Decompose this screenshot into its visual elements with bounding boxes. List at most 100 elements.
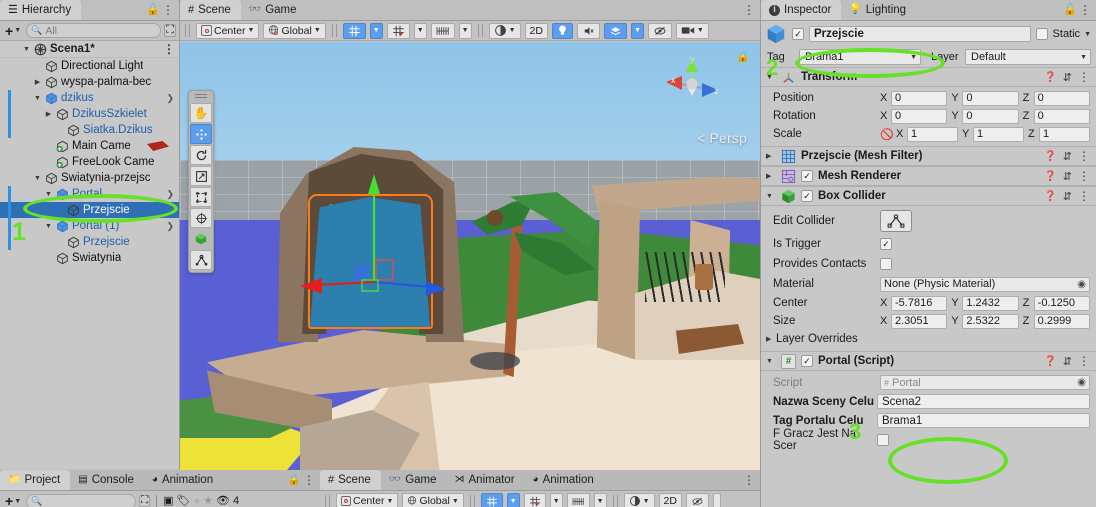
object-filter-icon[interactable]: ▣ xyxy=(163,495,173,507)
hierarchy-item-przejscie[interactable]: ▶Przejscie xyxy=(0,234,179,250)
constrain-proportions-off-icon[interactable]: 🚫 xyxy=(880,128,896,141)
scene-root-row[interactable]: ▼ Scena1* ⋮ xyxy=(0,41,179,58)
chevron-right-icon[interactable]: ▶ xyxy=(766,335,776,343)
drag-handle[interactable] xyxy=(195,94,207,100)
preset-icon[interactable]: ⇵ xyxy=(1063,355,1072,368)
project-search-input[interactable]: 🔍 xyxy=(26,493,137,507)
grid-size-dropdown[interactable]: ▼ xyxy=(458,22,472,39)
chevron-down-icon[interactable]: ▼ xyxy=(44,223,53,230)
hierarchy-item-dzikusszkielet[interactable]: ▶ DzikusSzkielet xyxy=(0,106,179,122)
pivot-mode-button[interactable]: Center ▼ xyxy=(196,22,260,39)
tab-game[interactable]: 👓 Game xyxy=(241,0,307,20)
component-tool-icon[interactable] xyxy=(190,250,212,270)
lock-closed-icon[interactable]: 🔒 xyxy=(287,474,301,486)
chevron-down-icon[interactable]: ▼ xyxy=(766,358,776,365)
search-tools-icon[interactable]: ⛶ xyxy=(164,24,176,37)
object-enabled-checkbox[interactable]: ✓ xyxy=(792,28,804,40)
view-2d-toggle-bottom[interactable]: 2D xyxy=(658,493,682,507)
kebab-menu-icon[interactable]: ⋮ xyxy=(303,473,315,487)
player-on-scene-checkbox[interactable] xyxy=(877,433,889,446)
component-header-portal-script[interactable]: ▼ # ✓ Portal (Script) ❓ ⇵ ⋮ xyxy=(761,351,1096,371)
hierarchy-item-portal[interactable]: ▼ Portal ❯ xyxy=(0,186,179,202)
kebab-menu-icon[interactable]: ⋮ xyxy=(1078,169,1090,183)
lock-closed-icon[interactable]: 🔒 xyxy=(736,50,750,63)
help-icon[interactable]: ❓ xyxy=(1044,191,1056,202)
tab-animation[interactable]: ◕ Animation xyxy=(144,470,223,490)
move-tool-icon[interactable] xyxy=(190,124,212,144)
component-header-transform[interactable]: ▼ Transform ❓ ⇵ ⋮ xyxy=(761,67,1096,87)
hidden-eye-icon[interactable]: 👁 xyxy=(216,495,230,507)
preset-icon[interactable]: ⇵ xyxy=(1063,170,1072,183)
transform-tool-icon[interactable] xyxy=(190,208,212,228)
shading-mode-button[interactable]: ▼ xyxy=(488,22,521,39)
tab-scene[interactable]: # Scene xyxy=(180,0,241,20)
hierarchy-tree[interactable]: ▼ Scena1* ⋮ ▶Directional Light▶wyspa-pal… xyxy=(0,41,179,469)
scene-audio-toggle[interactable] xyxy=(576,22,600,39)
move-gizmo[interactable] xyxy=(290,172,470,302)
tab-project[interactable]: 📁 Project xyxy=(0,470,71,490)
search-input[interactable]: 🔍 All xyxy=(26,23,162,38)
scene-tools-overlay[interactable]: ✋ xyxy=(188,90,214,273)
snap-increment-toggle[interactable] xyxy=(386,22,410,39)
center-y-input[interactable]: 1.2432 xyxy=(962,295,1019,311)
hierarchy-item-siatka-dzikus[interactable]: ▶Siatka.Dzikus xyxy=(0,122,179,138)
size-z-input[interactable]: 0.2999 xyxy=(1033,313,1090,329)
rotation-y-input[interactable]: 0 xyxy=(962,108,1019,124)
gizmos-toggle[interactable] xyxy=(647,22,672,39)
static-checkbox[interactable] xyxy=(1035,28,1048,40)
scene-menu-icon[interactable]: ⋮ xyxy=(163,42,179,56)
component-header-mesh-renderer[interactable]: ▶ ✓ Mesh Renderer ❓ ⇵ ⋮ xyxy=(761,166,1096,186)
tab-lighting[interactable]: 💡 Lighting xyxy=(841,0,916,20)
chevron-right-icon[interactable]: ▶ xyxy=(766,152,776,160)
tab-animator[interactable]: ⋊ Animator xyxy=(447,470,525,490)
grid-snap-toggle-bottom[interactable] xyxy=(480,493,503,507)
layer-dropdown[interactable]: Default ▼ xyxy=(965,49,1091,65)
hierarchy-item-wyspa-palma-bec[interactable]: ▶ wyspa-palma-bec xyxy=(0,74,179,90)
static-dropdown-caret[interactable]: ▼ xyxy=(1084,31,1091,38)
scene-fx-toggle[interactable] xyxy=(603,22,627,39)
rotate-tool-icon[interactable] xyxy=(190,145,212,165)
position-y-input[interactable]: 0 xyxy=(962,90,1019,106)
pivot-mode-button-bottom[interactable]: Center ▼ xyxy=(336,493,399,507)
kebab-menu-icon[interactable]: ⋮ xyxy=(1078,70,1090,84)
preset-icon[interactable]: ⇵ xyxy=(1063,190,1072,203)
hierarchy-item-przejscie[interactable]: ▶Przejscie xyxy=(0,202,179,218)
rotation-z-input[interactable]: 0 xyxy=(1033,108,1090,124)
hierarchy-item-freelook-came[interactable]: ▶FreeLook Came xyxy=(0,154,179,170)
tab-scene-bottom[interactable]: # Scene xyxy=(320,470,381,490)
tab-console[interactable]: ▤ Console xyxy=(70,470,144,490)
chevron-down-icon[interactable]: ▼ xyxy=(44,191,53,198)
scene-viewport[interactable]: ✋ x y z 🔒 < Persp xyxy=(180,42,760,470)
kebab-menu-icon[interactable]: ⋮ xyxy=(743,473,755,487)
gizmos-toggle-bottom[interactable] xyxy=(685,493,709,507)
mesh-renderer-enabled-checkbox[interactable]: ✓ xyxy=(801,170,813,182)
help-icon[interactable]: ❓ xyxy=(1044,356,1056,367)
box-collider-enabled-checkbox[interactable]: ✓ xyxy=(801,190,813,202)
hierarchy-item-portal-1[interactable]: ▼ Portal (1) ❯ xyxy=(0,218,179,234)
handle-space-button[interactable]: Global ▼ xyxy=(263,22,326,39)
scale-z-input[interactable]: 1 xyxy=(1039,126,1090,142)
save-search-icon[interactable]: ⛶ xyxy=(139,495,151,507)
hand-tool-icon[interactable]: ✋ xyxy=(190,103,212,123)
view-2d-toggle[interactable]: 2D xyxy=(524,22,548,39)
help-icon[interactable]: ❓ xyxy=(1044,72,1056,83)
grid-snap-dropdown-bottom[interactable]: ▼ xyxy=(506,493,520,507)
rotation-x-input[interactable]: 0 xyxy=(891,108,948,124)
scale-tool-icon[interactable] xyxy=(190,166,212,186)
scene-lighting-toggle[interactable] xyxy=(551,22,573,39)
material-object-field[interactable]: None (Physic Material) ◉ xyxy=(880,276,1090,292)
label-filter-icon[interactable]: 🏷 xyxy=(177,495,191,507)
portal-script-enabled-checkbox[interactable]: ✓ xyxy=(801,355,813,367)
chevron-right-icon[interactable]: ▶ xyxy=(44,110,53,118)
chevron-down-icon[interactable]: ▼ xyxy=(22,46,31,53)
tab-game-bottom[interactable]: 👓 Game xyxy=(381,470,447,490)
kebab-menu-icon[interactable]: ⋮ xyxy=(1078,189,1090,203)
scene-fx-dropdown[interactable]: ▼ xyxy=(630,22,644,39)
create-asset-button[interactable]: + ▼ xyxy=(3,493,23,507)
provides-contacts-checkbox[interactable] xyxy=(880,258,892,270)
help-icon[interactable]: ❓ xyxy=(1044,171,1056,182)
kebab-menu-icon[interactable]: ⋮ xyxy=(1079,3,1091,17)
circle-icon[interactable]: ● xyxy=(194,495,201,507)
chevron-down-icon[interactable]: ▼ xyxy=(33,175,42,182)
hierarchy-item-dzikus[interactable]: ▼ dzikus ❯ xyxy=(0,90,179,106)
